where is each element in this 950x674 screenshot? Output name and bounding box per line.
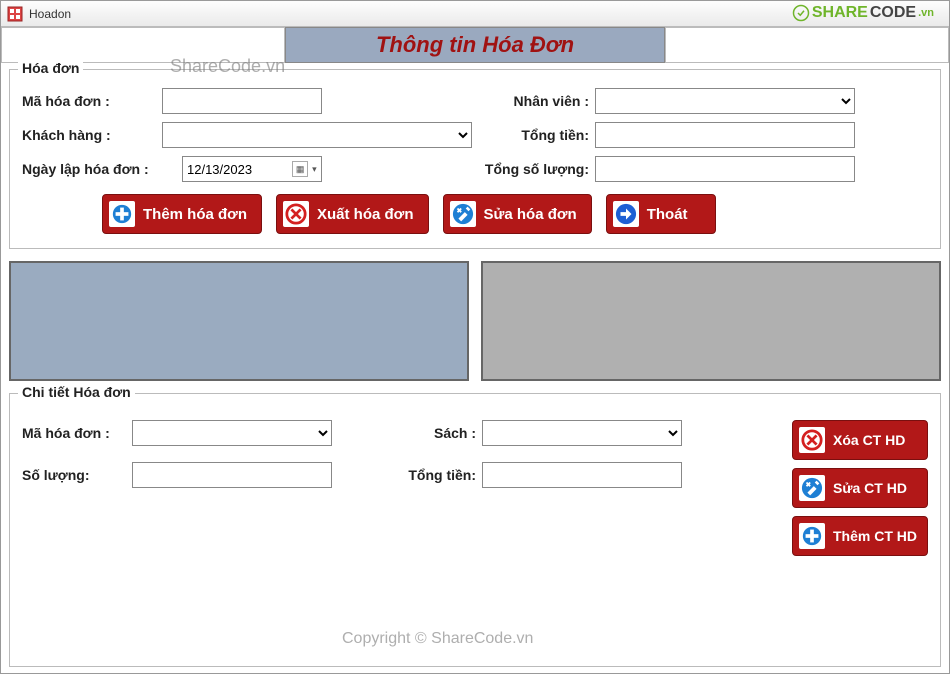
- label-ct-mahd: Mã hóa đơn :: [22, 425, 132, 441]
- banner-center: Thông tin Hóa Đơn: [285, 27, 665, 63]
- calendar-icon: ▦: [292, 161, 308, 177]
- input-ct-soluong[interactable]: [132, 462, 332, 488]
- groupbox-chitiet: Chi tiết Hóa đơn Mã hóa đơn : Sách : Số …: [9, 393, 941, 667]
- btn-sua-cthd[interactable]: Sửa CT HD: [792, 468, 928, 508]
- btn-them-hoadon[interactable]: Thêm hóa đơn: [102, 194, 262, 234]
- cancel-icon: [799, 427, 825, 453]
- datepicker-ngaylap[interactable]: 12/13/2023 ▦ ▾: [182, 156, 322, 182]
- label-mahd: Mã hóa đơn :: [22, 93, 162, 109]
- btn-sua-cthd-label: Sửa CT HD: [833, 480, 907, 496]
- titlebar: Hoadon: [1, 1, 949, 27]
- btn-them-cthd[interactable]: Thêm CT HD: [792, 516, 928, 556]
- cancel-icon: [283, 201, 309, 227]
- btn-sua-hoadon-label: Sửa hóa đơn: [484, 206, 577, 223]
- combo-nhanvien[interactable]: [595, 88, 855, 114]
- combo-ct-sach[interactable]: [482, 420, 682, 446]
- label-tongsl: Tổng số lượng:: [475, 161, 595, 177]
- combo-khachhang[interactable]: [162, 122, 472, 148]
- btn-xoa-cthd-label: Xóa CT HD: [833, 432, 905, 448]
- banner-right: [665, 27, 949, 63]
- exit-icon: [613, 201, 639, 227]
- plus-icon: [109, 201, 135, 227]
- input-tongtien[interactable]: [595, 122, 855, 148]
- label-nhanvien: Nhân viên :: [475, 93, 595, 109]
- plus-icon: [799, 523, 825, 549]
- groupbox-hoadon: Hóa đơn Mã hóa đơn : Nhân viên : Khách h…: [9, 69, 941, 249]
- btn-them-hoadon-label: Thêm hóa đơn: [143, 206, 247, 223]
- wrench-icon: [799, 475, 825, 501]
- btn-xuat-hoadon[interactable]: Xuất hóa đơn: [276, 194, 429, 234]
- label-ct-sach: Sách :: [372, 425, 482, 441]
- datepicker-value: 12/13/2023: [187, 162, 252, 177]
- banner-title: Thông tin Hóa Đơn: [376, 32, 574, 58]
- wrench-icon: [450, 201, 476, 227]
- input-ct-tongtien[interactable]: [482, 462, 682, 488]
- btn-xuat-hoadon-label: Xuất hóa đơn: [317, 206, 414, 223]
- btn-sua-hoadon[interactable]: Sửa hóa đơn: [443, 194, 592, 234]
- label-tongtien: Tổng tiền:: [475, 127, 595, 143]
- input-tongsl[interactable]: [595, 156, 855, 182]
- label-khachhang: Khách hàng :: [22, 127, 162, 143]
- datagrid-right[interactable]: [481, 261, 941, 381]
- chevron-down-icon: ▾: [312, 164, 317, 175]
- btn-them-cthd-label: Thêm CT HD: [833, 528, 917, 544]
- label-ct-soluong: Số lượng:: [22, 467, 132, 483]
- groupbox-chitiet-title: Chi tiết Hóa đơn: [18, 384, 135, 400]
- datagrid-left[interactable]: [9, 261, 469, 381]
- label-ngaylap: Ngày lập hóa đơn :: [22, 161, 182, 177]
- combo-ct-mahd[interactable]: [132, 420, 332, 446]
- btn-thoat[interactable]: Thoát: [606, 194, 716, 234]
- btn-thoat-label: Thoát: [647, 206, 688, 223]
- header-banner: Thông tin Hóa Đơn: [1, 27, 949, 63]
- app-icon: [7, 6, 23, 22]
- grids-row: [9, 261, 941, 381]
- input-mahd[interactable]: [162, 88, 322, 114]
- banner-left: [1, 27, 285, 63]
- groupbox-hoadon-title: Hóa đơn: [18, 60, 83, 76]
- window-title: Hoadon: [29, 7, 71, 21]
- label-ct-tongtien: Tổng tiền:: [372, 467, 482, 483]
- btn-xoa-cthd[interactable]: Xóa CT HD: [792, 420, 928, 460]
